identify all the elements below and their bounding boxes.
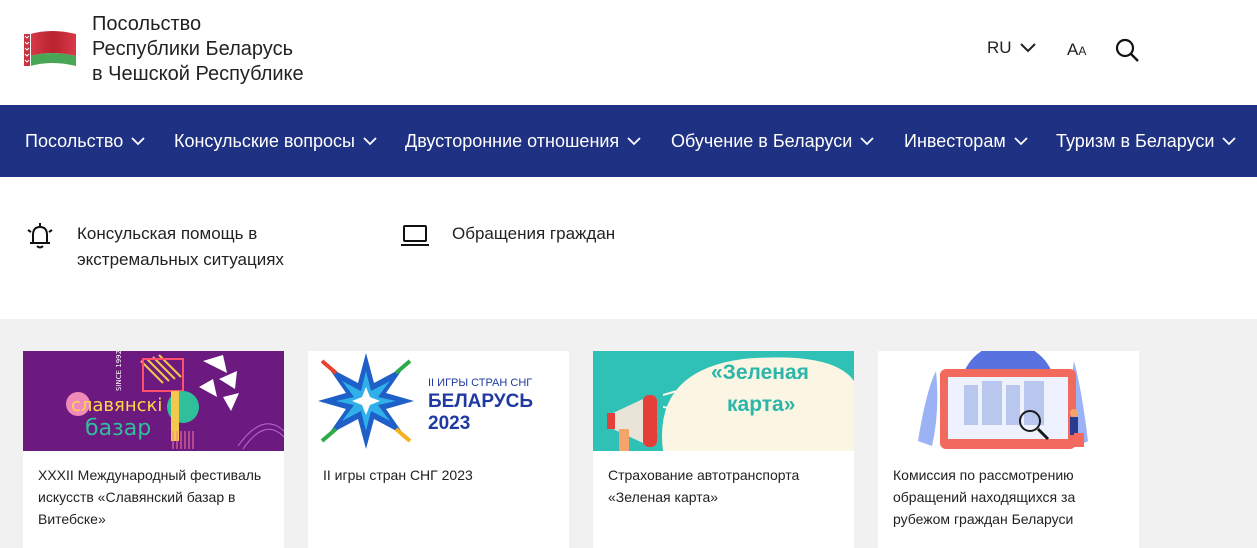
card-image-top: II ИГРЫ СТРАН СНГ [428, 377, 532, 389]
nav-item-label: Посольство [25, 130, 124, 151]
font-size-toggle[interactable]: AA [1067, 40, 1086, 60]
card-caption-line: Комиссия по рассмотрению [893, 467, 1074, 483]
card-caption-line: Страхование автотранспорта [608, 467, 800, 483]
card-image-green-card: «Зеленая карта» [593, 351, 854, 451]
card-image-cis-games: II ИГРЫ СТРАН СНГ БЕЛАРУСЬ 2023 [308, 351, 569, 451]
nav-item-bilateral[interactable]: Двусторонние отношения [405, 105, 641, 177]
language-selector[interactable]: RU [987, 38, 1036, 58]
quick-links: Консульская помощь в экстремальных ситуа… [0, 177, 1257, 319]
card-image-since: SINCE 1992 [115, 351, 123, 391]
news-card[interactable]: Комиссия по рассмотрению обращений наход… [878, 351, 1139, 548]
site-title-line-2: Республики Беларусь [92, 38, 293, 60]
card-image-word2: базар [85, 416, 151, 441]
news-card[interactable]: славянскі базар SINCE 1992 XXXII Междуна… [23, 351, 284, 548]
card-caption-line: Витебске» [38, 511, 106, 527]
nav-item-label: Консульские вопросы [174, 130, 355, 151]
nav-item-label: Инвесторам [904, 130, 1006, 151]
card-image-mid: БЕЛАРУСЬ [428, 391, 533, 412]
card-image-year: 2023 [428, 413, 470, 434]
chevron-down-icon [363, 136, 377, 145]
quick-link-consular-help[interactable]: Консульская помощь в экстремальных ситуа… [25, 221, 284, 273]
card-image-slavianski-bazar: славянскі базар SINCE 1992 [23, 351, 284, 451]
font-size-small-a: A [1078, 44, 1087, 58]
card-caption-line: II игры стран СНГ 2023 [323, 467, 473, 483]
card-caption-line: «Зеленая карта» [608, 489, 719, 505]
news-card[interactable]: II ИГРЫ СТРАН СНГ БЕЛАРУСЬ 2023 II игры … [308, 351, 569, 548]
nav-item-investors[interactable]: Инвесторам [904, 105, 1028, 177]
card-image-commission [878, 351, 1139, 451]
search-icon[interactable] [1114, 37, 1140, 63]
card-image-line2: карта» [727, 393, 795, 416]
nav-item-embassy[interactable]: Посольство [25, 105, 145, 177]
site-title[interactable]: Посольство Республики Беларусь в Чешской… [92, 12, 304, 87]
nav-item-label: Двусторонние отношения [405, 130, 620, 151]
font-size-big-a: A [1067, 40, 1079, 59]
card-caption-line: обращений находящихся за [893, 489, 1076, 505]
site-title-line-1: Посольство [92, 13, 202, 35]
main-navigation: Посольство Консульские вопросы Двусторон… [0, 105, 1257, 177]
site-title-line-3: в Чешской Республике [92, 63, 304, 85]
card-caption-line: искусств «Славянский базар в [38, 489, 236, 505]
card-image-line1: «Зеленая [711, 361, 809, 384]
site-header: Посольство Республики Беларусь в Чешской… [0, 0, 1257, 105]
chevron-down-icon [1019, 43, 1036, 53]
quick-link-label: экстремальных ситуациях [77, 250, 284, 269]
news-cards-section: славянскі базар SINCE 1992 XXXII Междуна… [0, 319, 1257, 548]
card-image-word1: славянскі [71, 395, 162, 416]
quick-link-citizen-appeals[interactable]: Обращения граждан [400, 221, 615, 251]
card-caption-line: XXXII Международный фестиваль [38, 467, 262, 483]
nav-item-education[interactable]: Обучение в Беларуси [671, 105, 874, 177]
belarus-flag-logo[interactable] [22, 28, 78, 70]
nav-item-tourism[interactable]: Туризм в Беларуси [1056, 105, 1237, 177]
nav-item-label: Обучение в Беларуси [671, 130, 853, 151]
quick-link-label: Консульская помощь в [77, 224, 258, 243]
chevron-down-icon [1222, 136, 1237, 145]
chevron-down-icon [131, 136, 145, 145]
chevron-down-icon [627, 136, 641, 145]
news-card[interactable]: «Зеленая карта» Страхование автотранспор… [593, 351, 854, 548]
laptop-icon [401, 225, 429, 246]
card-caption-line: рубежом граждан Беларуси [893, 511, 1074, 527]
nav-item-label: Туризм в Беларуси [1056, 130, 1215, 151]
chevron-down-icon [1014, 136, 1028, 145]
nav-item-consular[interactable]: Консульские вопросы [174, 105, 377, 177]
language-label: RU [987, 38, 1012, 57]
bell-alarm-icon [27, 223, 53, 249]
quick-link-label: Обращения граждан [452, 224, 616, 243]
chevron-down-icon [860, 136, 874, 145]
